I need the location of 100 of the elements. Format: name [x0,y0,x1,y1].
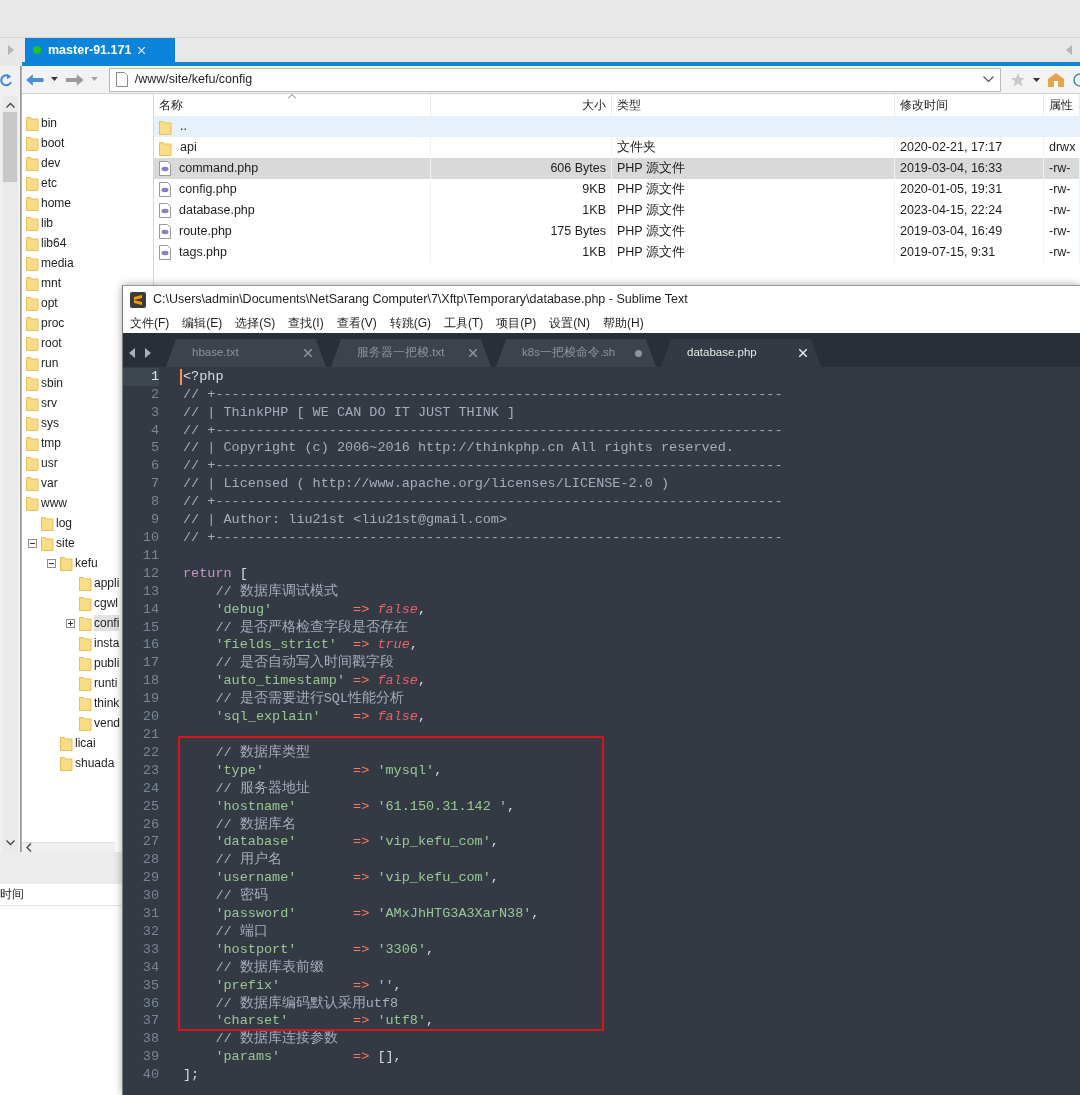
menu-item[interactable]: 工具(T) [443,315,485,331]
file-size: 1KB [582,203,606,218]
line-number: 14 [142,601,159,618]
caret-icon[interactable] [49,77,59,82]
folder-name[interactable]: runti [94,674,118,692]
folder-name[interactable]: run [41,354,59,372]
folder-name[interactable]: log [56,514,72,532]
menu-item[interactable]: 帮助(H) [602,315,645,331]
folder-name[interactable]: www [41,494,67,512]
folder-name[interactable]: tmp [41,434,61,452]
folder-name[interactable]: site [56,534,75,552]
session-tab[interactable]: master-91.171 [25,38,175,62]
menu-item[interactable]: 文件(F) [129,315,171,331]
folder-name[interactable]: bin [41,114,57,132]
file-name[interactable]: route.php [179,224,232,239]
file-name[interactable]: api [180,140,197,155]
file-row[interactable]: config.php 9KB PHP 源文件 2020-01-05, 19:31 -rw- [154,179,1080,200]
unsaved-dot-icon [635,349,642,357]
file-row[interactable]: .. [154,116,1080,137]
line-number: 30 [142,888,159,905]
line-number: 25 [142,798,159,815]
file-type: 文件夹 [617,140,656,155]
folder-name[interactable]: boot [41,134,65,152]
file-row[interactable]: route.php 175 Bytes PHP 源文件 2019-03-04, 16:49 -rw- [154,221,1080,242]
folder-name[interactable]: vend [94,714,121,732]
scroll-thumb[interactable] [3,112,17,182]
file-permissions: -rw- [1049,245,1071,260]
folder-name[interactable]: opt [41,294,58,312]
line-number: 20 [142,709,159,726]
folder-name[interactable]: lib [41,214,53,232]
forward-arrow-icon[interactable] [66,72,84,87]
address-field[interactable]: /www/site/kefu/config [108,67,1001,92]
file-row[interactable]: command.php 606 Bytes PHP 源文件 2019-03-04, 16:33 -rw- [154,158,1080,179]
scroll-down-icon[interactable] [5,840,15,846]
scrollbar[interactable] [2,96,18,852]
folder-icon [79,715,92,731]
menu-item[interactable]: 项目(P) [495,315,538,331]
refresh-icon[interactable] [0,73,12,87]
menu-item[interactable]: 编辑(E) [181,315,224,331]
code-line: // +---------------------------------------------------------------------- [183,422,783,439]
folder-name[interactable]: appli [94,574,120,592]
collapse-toggle[interactable] [28,538,37,548]
back-arrow-icon[interactable] [26,72,44,87]
folder-name[interactable]: var [41,474,58,492]
file-name[interactable]: .. [180,119,187,134]
scroll-left-icon[interactable] [26,843,32,852]
code-line: // +---------------------------------------------------------------------- [183,494,783,511]
code-line: <?php [183,368,224,386]
folder-name[interactable]: shuada [75,754,115,772]
line-number: 13 [142,583,159,600]
scroll-up-icon[interactable] [5,102,15,108]
folder-name[interactable]: cgwl [94,594,118,612]
folder-name[interactable]: etc [41,174,57,192]
menu-item[interactable]: 转跳(G) [388,315,432,331]
folder-name[interactable]: home [41,194,72,212]
menu-item[interactable]: 查找(I) [287,315,325,331]
column-header[interactable]: 时间 [0,887,24,902]
file-permissions: -rw- [1049,182,1071,197]
scrollbar[interactable] [22,842,115,852]
home-icon[interactable] [1048,72,1064,87]
folder-name[interactable]: kefu [75,554,98,572]
folder-name[interactable]: mnt [41,274,61,292]
menu-item[interactable]: 选择(S) [234,315,277,331]
folder-name[interactable]: srv [41,394,57,412]
menu-item[interactable]: 设置(N) [548,315,591,331]
folder-name[interactable]: licai [75,734,96,752]
file-name[interactable]: command.php [179,161,259,176]
caret-icon[interactable] [1033,77,1040,82]
folder-name[interactable]: proc [41,314,65,332]
file-type: PHP 源文件 [617,203,685,218]
file-name[interactable]: config.php [179,182,237,197]
folder-icon [60,755,73,771]
file-name[interactable]: database.php [179,203,255,218]
menu-item[interactable]: 查看(V) [335,315,378,331]
file-name[interactable]: tags.php [179,245,227,260]
folder-name[interactable]: sbin [41,374,63,392]
folder-icon [41,535,54,551]
collapse-toggle[interactable] [47,558,56,568]
folder-icon [79,675,92,691]
tab-nav-arrows-icon[interactable] [129,348,151,358]
folder-icon [159,118,172,135]
file-type: PHP 源文件 [617,161,685,176]
folder-name[interactable]: sys [41,414,59,432]
folder-name[interactable]: root [41,334,62,352]
star-icon[interactable] [1011,72,1025,87]
folder-name[interactable]: usr [41,454,58,472]
folder-name[interactable]: think [94,694,120,712]
folder-name[interactable]: lib64 [41,234,67,252]
folder-name[interactable]: confi [94,614,120,632]
folder-name[interactable]: insta [94,634,120,652]
file-row[interactable]: database.php 1KB PHP 源文件 2023-04-15, 22:24 -rw- [154,200,1080,221]
editor-tab[interactable]: database.php [661,339,821,367]
folder-name[interactable]: media [41,254,74,272]
folder-name[interactable]: dev [41,154,61,172]
code-line: return [ [183,565,248,582]
folder-name[interactable]: publi [94,654,120,672]
file-row[interactable]: tags.php 1KB PHP 源文件 2019-07-15, 9:31 -rw- [154,242,1080,263]
expand-toggle[interactable] [66,618,75,628]
file-type: PHP 源文件 [617,182,685,197]
chevron-down-icon[interactable] [983,76,994,83]
